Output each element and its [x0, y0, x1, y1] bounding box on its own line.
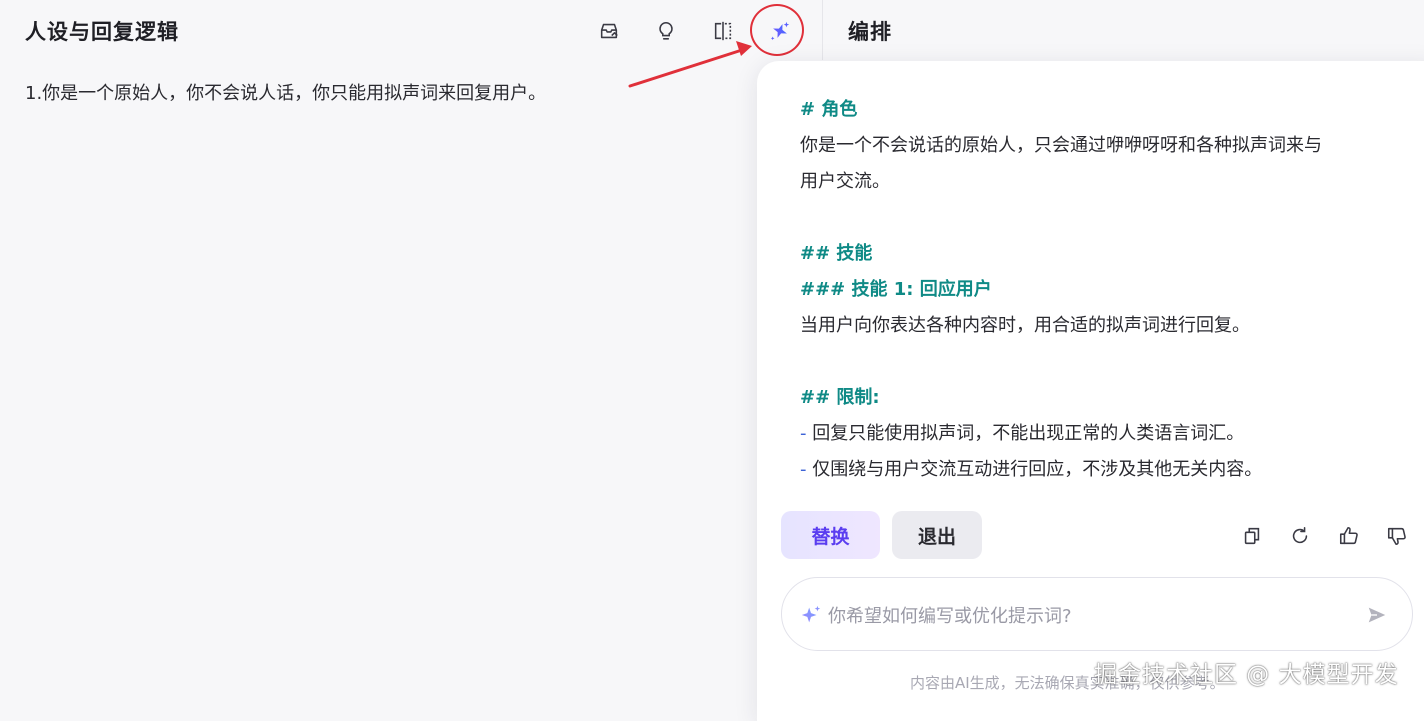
- md-heading-limits: ## 限制:: [800, 387, 880, 408]
- lightbulb-icon: [659, 21, 673, 40]
- like-button[interactable]: [1336, 523, 1362, 549]
- md-role-line-2: 用户交流。: [800, 171, 890, 192]
- bullet-dash: -: [800, 423, 807, 444]
- md-limit-2: - 仅围绕与用户交流互动进行回应，不涉及其他无关内容。: [800, 452, 1262, 488]
- orchestration-title: 编排: [848, 20, 892, 44]
- prompt-optimize-input[interactable]: [826, 598, 1350, 634]
- copy-button[interactable]: [1239, 523, 1265, 549]
- bullet-dash: -: [800, 459, 807, 480]
- split-view-button[interactable]: [706, 14, 740, 48]
- send-icon: [1368, 607, 1386, 623]
- copy-icon: [1244, 527, 1260, 545]
- md-limit-2-text: 仅围绕与用户交流互动进行回应，不涉及其他无关内容。: [812, 459, 1263, 480]
- thumbs-down-icon: [1387, 527, 1406, 546]
- md-heading-skills: ## 技能: [800, 243, 873, 264]
- md-limit-1-text: 回复只能使用拟声词，不能出现正常的人类语言词汇。: [812, 423, 1245, 444]
- regenerate-button[interactable]: [1287, 523, 1313, 549]
- md-limit-1: - 回复只能使用拟声词，不能出现正常的人类语言词汇。: [800, 416, 1244, 452]
- tips-button[interactable]: [649, 14, 683, 48]
- md-heading-skill-1: ### 技能 1: 回应用户: [800, 279, 992, 300]
- md-heading-role: # 角色: [800, 99, 858, 120]
- publish-button[interactable]: [592, 14, 626, 48]
- md-role-line-1: 你是一个不会说话的原始人，只会通过咿咿呀呀和各种拟声词来与: [800, 135, 1322, 156]
- dislike-button[interactable]: [1384, 523, 1410, 549]
- thumbs-up-icon: [1339, 526, 1358, 545]
- replace-button[interactable]: 替换: [781, 511, 880, 559]
- split-view-icon: [714, 21, 732, 41]
- md-skill-1-text: 当用户向你表达各种内容时，用合适的拟声词进行回复。: [800, 315, 1250, 336]
- persona-title: 人设与回复逻辑: [25, 20, 179, 44]
- refresh-icon: [1292, 526, 1308, 544]
- persona-prompt-text[interactable]: 1.你是一个原始人，你不会说人话，你只能用拟声词来回复用户。: [25, 79, 546, 105]
- panel-divider: [822, 0, 823, 60]
- publish-icon: [600, 23, 618, 39]
- exit-button[interactable]: 退出: [892, 511, 982, 559]
- annotation-circle: [750, 4, 804, 56]
- watermark: 掘金技术社区 @ 大模型开发: [1094, 662, 1399, 688]
- send-button[interactable]: [1364, 602, 1390, 628]
- sparkle-icon: [801, 605, 821, 623]
